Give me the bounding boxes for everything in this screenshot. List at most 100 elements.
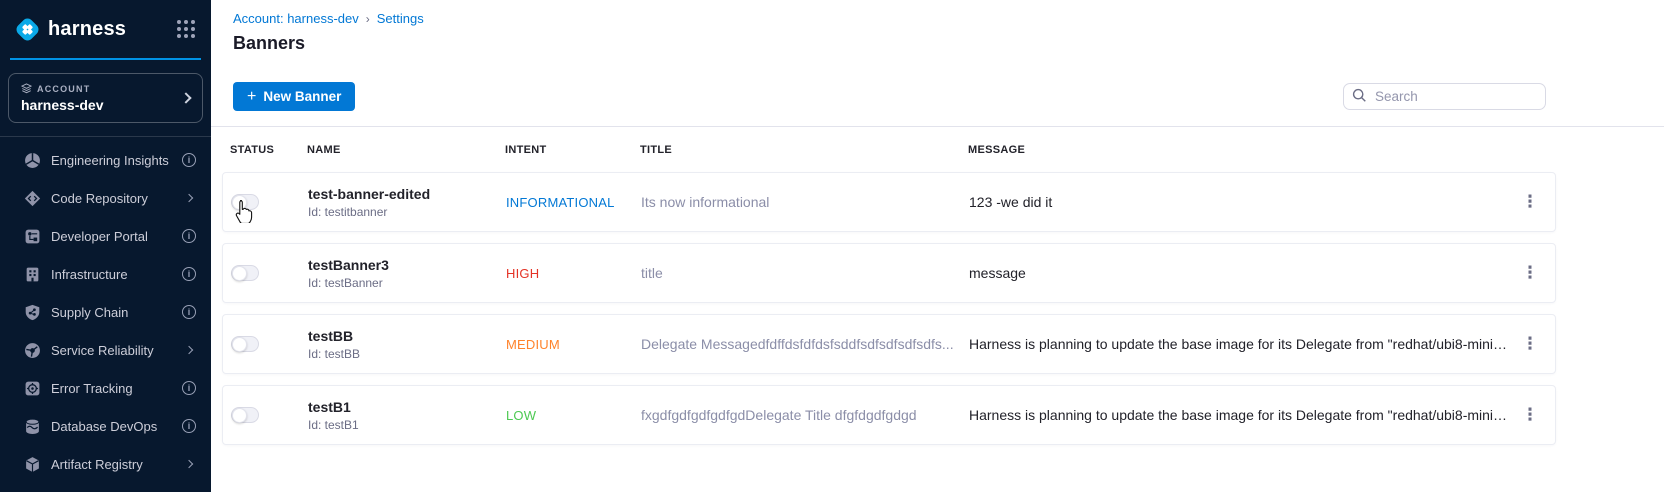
table-row: testBB Id: testBB MEDIUM Delegate Messag…: [222, 314, 1556, 374]
info-icon[interactable]: i: [182, 305, 196, 319]
account-label: ACCOUNT: [37, 84, 90, 94]
banner-name: testBanner3: [308, 257, 506, 273]
logo-row: harness: [0, 0, 211, 58]
layers-icon: [21, 83, 32, 94]
sidebar-item-error-tracking[interactable]: Error Tracking i: [0, 369, 211, 407]
row-menu-button[interactable]: ⋮: [1517, 189, 1543, 215]
banner-name: testBB: [308, 328, 506, 344]
table-row: testBanner3 Id: testBanner HIGH title me…: [222, 243, 1556, 303]
app-window: harness ACCOUNT harness-dev Engineering …: [0, 0, 1664, 492]
name-cell: testBB Id: testBB: [308, 328, 506, 361]
sidebar-item-artifact-registry[interactable]: Artifact Registry: [0, 445, 211, 483]
sidebar-item-service-reliability[interactable]: Service Reliability: [0, 331, 211, 369]
chevron-right-icon: [185, 346, 193, 354]
sidebar-item-infrastructure[interactable]: Infrastructure i: [0, 255, 211, 293]
logo-text: harness: [48, 18, 126, 41]
toolbar: + New Banner: [233, 82, 1546, 111]
intent-badge: MEDIUM: [506, 337, 641, 352]
account-selector[interactable]: ACCOUNT harness-dev: [8, 73, 203, 123]
account-name: harness-dev: [21, 97, 176, 113]
status-toggle[interactable]: [231, 336, 259, 352]
chevron-right-icon: [185, 194, 193, 202]
name-cell: testBanner3 Id: testBanner: [308, 257, 506, 290]
banner-message: Harness is planning to update the base i…: [969, 407, 1507, 423]
new-banner-button[interactable]: + New Banner: [233, 82, 355, 111]
sidebar-item-label: Code Repository: [51, 191, 176, 206]
column-header-intent: INTENT: [505, 144, 640, 156]
column-header-status: STATUS: [230, 144, 307, 156]
search-input[interactable]: [1343, 83, 1546, 110]
sidebar-item-label: Engineering Insights: [51, 153, 172, 168]
banner-id: Id: testBB: [308, 347, 506, 361]
table-row: test-banner-edited Id: testitbanner INFO…: [222, 172, 1556, 232]
banner-message: message: [969, 265, 1507, 281]
chevron-right-icon: [185, 460, 193, 468]
status-toggle[interactable]: [231, 407, 259, 423]
search-box: [1343, 83, 1546, 110]
breadcrumb: Account: harness-dev › Settings: [233, 11, 1546, 26]
sidebar-item-label: Artifact Registry: [51, 457, 176, 472]
sidebar-item-label: Service Reliability: [51, 343, 176, 358]
banner-message: Harness is planning to update the base i…: [969, 336, 1507, 352]
row-menu-button[interactable]: ⋮: [1517, 260, 1543, 286]
table-row: testB1 Id: testB1 LOW fxgdfgdfgdfgdfgdDe…: [222, 385, 1556, 445]
app-grid-icon[interactable]: [177, 20, 195, 38]
search-icon: [1352, 88, 1367, 103]
banner-name: testB1: [308, 399, 506, 415]
name-cell: testB1 Id: testB1: [308, 399, 506, 432]
sidebar-item-database-devops[interactable]: Database DevOps i: [0, 407, 211, 445]
info-icon[interactable]: i: [182, 419, 196, 433]
breadcrumb-account-link[interactable]: Account: harness-dev: [233, 11, 359, 26]
intent-badge: LOW: [506, 408, 641, 423]
row-menu-button[interactable]: ⋮: [1517, 331, 1543, 357]
page-title: Banners: [233, 33, 1546, 54]
engineering-insights-icon: [24, 152, 41, 169]
sidebar-item-label: Error Tracking: [51, 381, 172, 396]
status-toggle[interactable]: [231, 194, 259, 210]
sidebar-item-engineering-insights[interactable]: Engineering Insights i: [0, 141, 211, 179]
banners-table: STATUS NAME INTENT TITLE MESSAGE test-ba…: [222, 127, 1556, 445]
banner-title: Delegate Messagedfdffdsfdfdsfsddfsdfsdfs…: [641, 336, 969, 352]
error-tracking-icon: [24, 380, 41, 397]
sidebar-item-developer-portal[interactable]: Developer Portal i: [0, 217, 211, 255]
breadcrumb-separator: ›: [366, 12, 370, 26]
developer-portal-icon: [24, 228, 41, 245]
main-content: Account: harness-dev › Settings Banners …: [211, 0, 1664, 492]
logo-divider: [10, 58, 201, 60]
plus-icon: +: [247, 89, 256, 105]
info-icon[interactable]: i: [182, 153, 196, 167]
infrastructure-icon: [24, 266, 41, 283]
banner-name: test-banner-edited: [308, 186, 506, 202]
sidebar-item-supply-chain[interactable]: Supply Chain i: [0, 293, 211, 331]
status-toggle[interactable]: [231, 265, 259, 281]
column-header-title: TITLE: [640, 144, 968, 156]
chevron-right-icon: [180, 92, 191, 103]
breadcrumb-settings-link[interactable]: Settings: [377, 11, 424, 26]
banner-id: Id: testB1: [308, 418, 506, 432]
info-icon[interactable]: i: [182, 381, 196, 395]
banner-id: Id: testBanner: [308, 276, 506, 290]
intent-badge: HIGH: [506, 266, 641, 281]
banner-title: Its now informational: [641, 194, 969, 210]
artifact-registry-icon: [24, 456, 41, 473]
sidebar-item-code-repository[interactable]: Code Repository: [0, 179, 211, 217]
banner-message: 123 -we did it: [969, 194, 1507, 210]
sidebar: harness ACCOUNT harness-dev Engineering …: [0, 0, 211, 492]
sidebar-nav: Engineering Insights i Code Repository D…: [0, 137, 211, 483]
sidebar-item-label: Developer Portal: [51, 229, 172, 244]
code-repository-icon: [24, 190, 41, 207]
database-devops-icon: [24, 418, 41, 435]
service-reliability-icon: [24, 342, 41, 359]
row-menu-button[interactable]: ⋮: [1517, 402, 1543, 428]
name-cell: test-banner-edited Id: testitbanner: [308, 186, 506, 219]
sidebar-item-label: Database DevOps: [51, 419, 172, 434]
info-icon[interactable]: i: [182, 267, 196, 281]
banner-id: Id: testitbanner: [308, 205, 506, 219]
column-header-message: MESSAGE: [968, 144, 1508, 156]
banner-title: title: [641, 265, 969, 281]
column-header-name: NAME: [307, 144, 505, 156]
supply-chain-icon: [24, 304, 41, 321]
sidebar-item-label: Supply Chain: [51, 305, 172, 320]
info-icon[interactable]: i: [182, 229, 196, 243]
harness-logo-icon: [14, 16, 41, 43]
